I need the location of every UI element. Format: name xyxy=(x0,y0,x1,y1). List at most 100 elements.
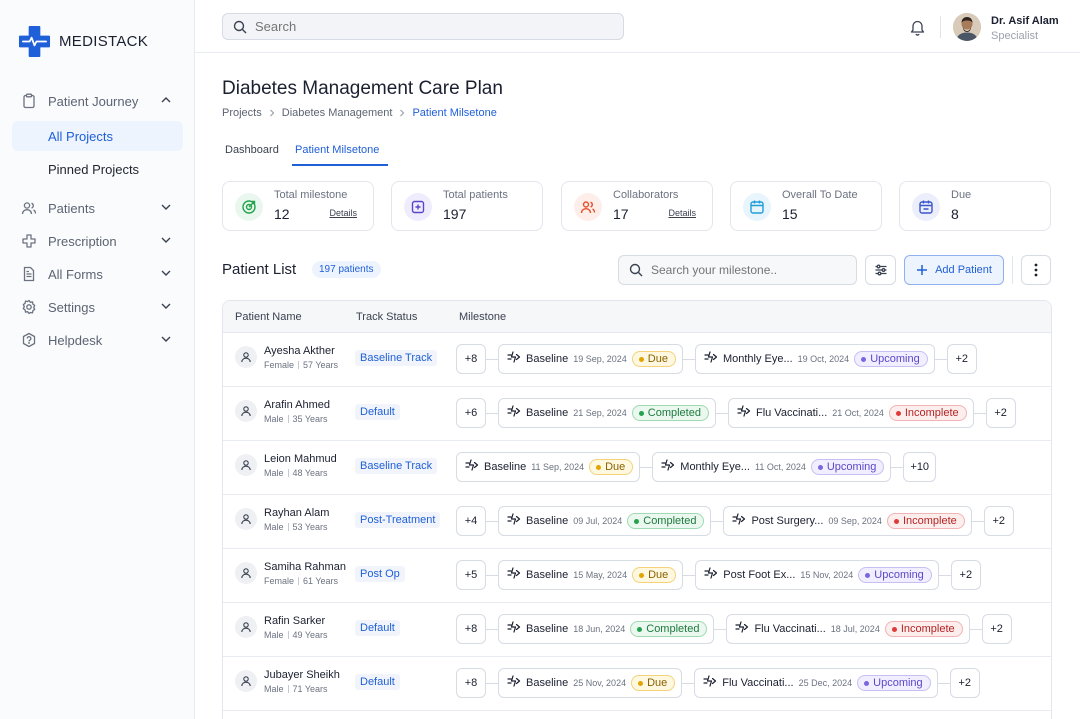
milestone-chip[interactable]: Flu Vaccinati... 21 Oct, 2024 Incomplete xyxy=(727,398,974,428)
status-badge: Upcoming xyxy=(854,351,928,367)
milestone-chip[interactable]: Monthly Eye... 11 Oct, 2024 Upcoming xyxy=(652,452,892,482)
patient-name[interactable]: Leion Mahmud xyxy=(264,453,337,465)
track-icon xyxy=(735,620,749,638)
milestone-chip[interactable]: Baseline 25 Nov, 2024 Due xyxy=(498,668,683,698)
track-status-tag[interactable]: Default xyxy=(355,404,400,420)
patient-meta: Male 35 Years xyxy=(264,414,328,424)
table-row[interactable]: Leion Mahmud Male 48 Years Baseline Track Ba… xyxy=(223,441,1051,495)
status-label: Completed xyxy=(643,515,697,527)
more-milestones-button[interactable]: +2 xyxy=(983,506,1014,536)
patient-age: 49 Years xyxy=(292,630,328,640)
filter-button[interactable] xyxy=(865,255,896,285)
patient-name[interactable]: Rayhan Alam xyxy=(264,507,329,519)
global-search[interactable] xyxy=(222,13,624,40)
patient-meta: Male 71 Years xyxy=(264,684,328,694)
bell-icon[interactable] xyxy=(909,18,926,36)
more-milestones-button[interactable]: +6 xyxy=(456,398,486,428)
milestone-chip[interactable]: Baseline 09 Jul, 2024 Completed xyxy=(498,506,712,536)
status-dot xyxy=(864,680,870,686)
patient-age: 61 Years xyxy=(303,576,339,586)
chevron-right-icon xyxy=(400,109,405,117)
status-label: Incomplete xyxy=(904,407,959,419)
sidebar-item-settings[interactable]: Settings xyxy=(20,295,175,319)
more-milestones-button[interactable]: +4 xyxy=(456,506,486,536)
more-milestones-button[interactable]: +2 xyxy=(949,668,980,698)
milestone-search[interactable] xyxy=(618,255,857,285)
brand[interactable]: MEDISTACK xyxy=(18,25,148,58)
milestone-chip[interactable]: Baseline 15 May, 2024 Due xyxy=(498,560,684,590)
more-milestones-button[interactable]: +10 xyxy=(903,452,937,482)
more-milestones-button[interactable]: +5 xyxy=(456,560,486,590)
more-milestones-button[interactable]: +8 xyxy=(456,344,486,374)
track-status-tag[interactable]: Default xyxy=(355,674,400,690)
add-patient-button[interactable]: Add Patient xyxy=(904,255,1004,285)
more-milestones-button[interactable]: +8 xyxy=(456,614,486,644)
connector xyxy=(640,466,653,468)
patient-avatar-icon xyxy=(235,616,257,638)
milestone-search-input[interactable] xyxy=(651,263,841,277)
track-status-tag[interactable]: Baseline Track xyxy=(355,350,438,366)
breadcrumb-item[interactable]: Projects xyxy=(222,107,262,119)
patient-name[interactable]: Rafin Sarker xyxy=(264,615,325,627)
table-row[interactable]: Rafin Sarker Male 49 Years Default +8 Baselin… xyxy=(223,603,1051,657)
status-label: Upcoming xyxy=(873,677,923,689)
search-input[interactable] xyxy=(255,19,595,34)
status-dot xyxy=(637,626,643,632)
track-status-tag[interactable]: Post-Treatment xyxy=(355,512,441,528)
patient-name[interactable]: Jubayer Sheikh xyxy=(264,669,340,681)
sidebar-item-all-forms[interactable]: All Forms xyxy=(20,262,175,286)
column-header[interactable]: Milestone xyxy=(459,311,506,323)
breadcrumb-item[interactable]: Diabetes Management xyxy=(282,107,393,119)
track-status-tag[interactable]: Post Op xyxy=(355,566,405,582)
clipboard-icon xyxy=(20,92,38,110)
table-row[interactable]: Samiha Rahman Female 61 Years Post Op +5 Base… xyxy=(223,549,1051,603)
more-milestones-button[interactable]: +2 xyxy=(981,614,1012,644)
sidebar-item-helpdesk[interactable]: Helpdesk xyxy=(20,328,175,352)
status-label: Incomplete xyxy=(900,623,955,635)
more-milestones-button[interactable]: +2 xyxy=(985,398,1016,428)
sidebar-subitem-all-projects[interactable]: All Projects xyxy=(12,121,183,151)
track-status-tag[interactable]: Default xyxy=(355,620,400,636)
details-link[interactable]: Details xyxy=(329,208,357,218)
track-icon xyxy=(732,512,746,530)
details-link[interactable]: Details xyxy=(668,208,696,218)
milestone-chip[interactable]: Post Foot Ex... 15 Nov, 2024 Upcoming xyxy=(695,560,939,590)
milestone-name: Flu Vaccinati... xyxy=(754,623,826,635)
connector xyxy=(969,628,982,630)
status-badge: Incomplete xyxy=(884,621,963,637)
more-milestones-button[interactable]: +2 xyxy=(950,560,981,590)
milestone-chip[interactable]: Flu Vaccinati... 18 Jul, 2024 Incomplete xyxy=(726,614,970,644)
more-options-button[interactable] xyxy=(1021,255,1051,285)
stat-label: Total patients xyxy=(443,189,508,201)
add-patient-label: Add Patient xyxy=(935,264,992,276)
tab-patient-milestone[interactable]: Patient Milsetone xyxy=(295,144,379,156)
milestone-chip[interactable]: Baseline 11 Sep, 2024 Due xyxy=(456,452,641,482)
patient-meta: Male 48 Years xyxy=(264,468,328,478)
sidebar-item-patient-journey[interactable]: Patient Journey xyxy=(20,89,175,113)
table-row[interactable]: Ayesha Akther Female 57 Years Baseline Trac… xyxy=(223,333,1051,387)
milestone-chip[interactable]: Monthly Eye... 19 Oct, 2024 Upcoming xyxy=(694,344,935,374)
more-milestones-button[interactable]: +8 xyxy=(456,668,486,698)
table-row[interactable]: Rayhan Alam Male 53 Years Post-Treatment +4 B… xyxy=(223,495,1051,549)
table-row[interactable]: Jubayer Sheikh Male 71 Years Default +8 Basel… xyxy=(223,657,1051,711)
milestone-chip[interactable]: Baseline 18 Jun, 2024 Completed xyxy=(498,614,715,644)
tab-dashboard[interactable]: Dashboard xyxy=(225,144,279,156)
milestone-chip[interactable]: Baseline 19 Sep, 2024 Due xyxy=(498,344,683,374)
column-header[interactable]: Patient Name xyxy=(235,311,302,323)
patient-name[interactable]: Samiha Rahman xyxy=(264,561,346,573)
milestone-chip[interactable]: Post Surgery... 09 Sep, 2024 Incomplete xyxy=(723,506,972,536)
table-row[interactable]: Arafin Ahmed Male 35 Years Default +6 Baselin… xyxy=(223,387,1051,441)
milestone-chain: +8 Baseline 19 Sep, 2024 Due Monthly Eye... 1… xyxy=(456,344,977,374)
avatar[interactable] xyxy=(953,13,981,41)
connector xyxy=(938,574,951,576)
milestone-chip[interactable]: Flu Vaccinati... 25 Dec, 2024 Upcoming xyxy=(694,668,938,698)
sidebar-item-prescription[interactable]: Prescription xyxy=(20,229,175,253)
more-milestones-button[interactable]: +2 xyxy=(946,344,977,374)
sidebar-item-patients[interactable]: Patients xyxy=(20,196,175,220)
patient-name[interactable]: Arafin Ahmed xyxy=(264,399,330,411)
track-status-tag[interactable]: Baseline Track xyxy=(355,458,438,474)
column-header[interactable]: Track Status xyxy=(356,311,417,323)
milestone-chip[interactable]: Baseline 21 Sep, 2024 Completed xyxy=(498,398,716,428)
patient-name[interactable]: Ayesha Akther xyxy=(264,345,335,357)
sidebar-subitem-pinned-projects[interactable]: Pinned Projects xyxy=(12,154,183,184)
